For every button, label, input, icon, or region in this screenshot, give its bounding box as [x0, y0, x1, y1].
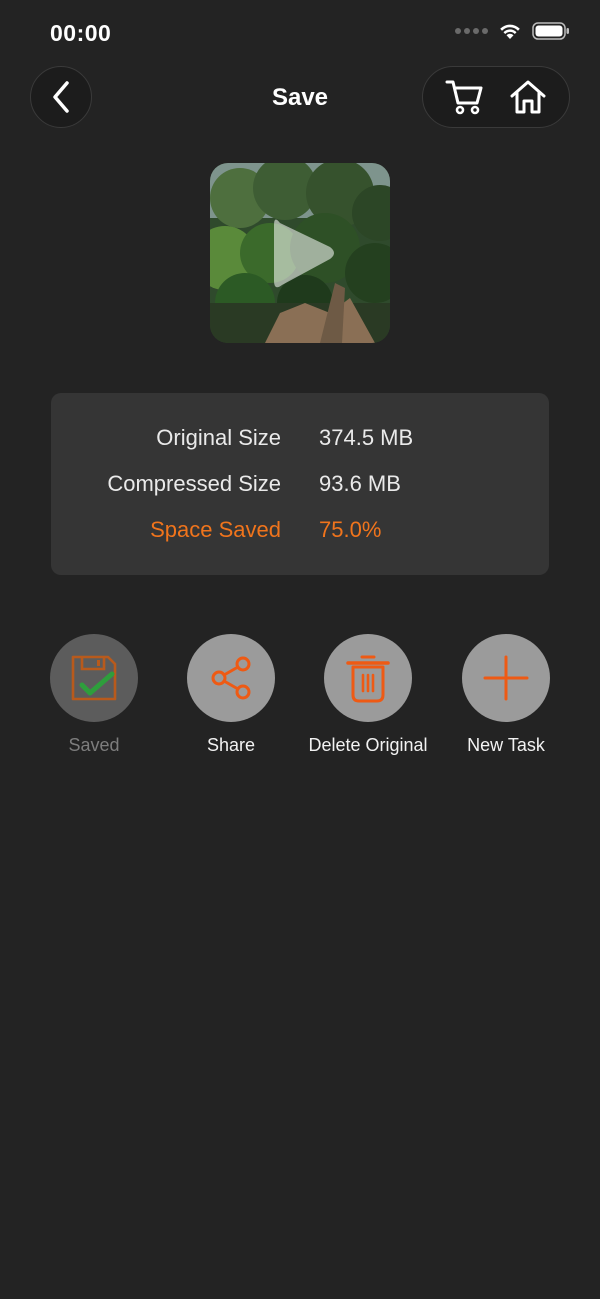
plus-icon [483, 655, 529, 701]
video-thumbnail[interactable] [210, 163, 390, 343]
saved-button[interactable]: Saved [25, 634, 163, 756]
stat-row-compressed-size: Compressed Size 93.6 MB [51, 471, 549, 505]
delete-original-button-circle [324, 634, 412, 722]
stat-value: 374.5 MB [319, 425, 414, 450]
new-task-button[interactable]: New Task [437, 634, 575, 756]
status-bar: 00:00 [0, 0, 600, 64]
home-button[interactable] [500, 69, 556, 125]
status-indicators [455, 22, 570, 40]
delete-original-button[interactable]: Delete Original [299, 634, 437, 756]
stat-label: Space Saved [150, 517, 281, 542]
stat-label: Original Size [156, 425, 281, 450]
trash-icon [346, 655, 390, 703]
status-time: 00:00 [50, 20, 112, 46]
action-label: Saved [68, 735, 120, 755]
new-task-button-circle [462, 634, 550, 722]
wifi-icon [500, 24, 520, 39]
compression-stats-card: Original Size 374.5 MB Compressed Size 9… [51, 393, 549, 575]
home-icon [510, 80, 545, 114]
saved-button-circle [50, 634, 138, 722]
nav-actions-pill [422, 66, 570, 128]
action-buttons: Saved Share Delete Original New Task [0, 634, 600, 774]
play-icon [274, 219, 334, 288]
share-button-circle [187, 634, 275, 722]
signal-icon [455, 28, 488, 34]
stat-value: 75.0% [319, 517, 382, 542]
share-button[interactable]: Share [162, 634, 300, 756]
action-label: Share [206, 735, 256, 755]
cart-icon [445, 80, 482, 115]
action-label: New Task [467, 735, 545, 755]
stat-label: Compressed Size [107, 471, 281, 496]
stat-row-space-saved: Space Saved 75.0% [51, 517, 549, 551]
share-icon [211, 656, 251, 700]
cart-button[interactable] [437, 69, 493, 125]
navigation-bar: Save [0, 64, 600, 128]
save-check-icon [71, 655, 117, 701]
stat-row-original-size: Original Size 374.5 MB [51, 425, 549, 459]
action-label: Delete Original [308, 735, 428, 755]
battery-icon [532, 22, 569, 40]
stat-value: 93.6 MB [319, 471, 401, 496]
